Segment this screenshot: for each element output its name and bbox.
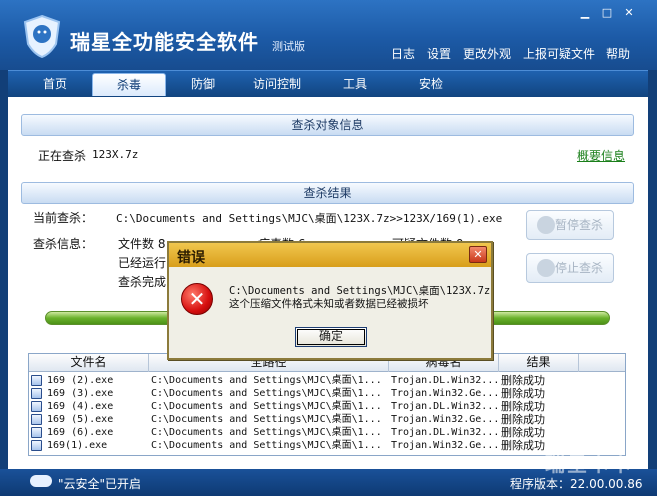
row-virus-name: Trojan.Win32.Ge... [391, 388, 497, 399]
row-filename: 169 (4).exe [47, 401, 114, 412]
menu-report-suspicious[interactable]: 上报可疑文件 [523, 45, 595, 62]
title-bar: 瑞星全功能安全软件 测试版 ▁ □ ✕ 日志 设置 更改外观 上报可疑文件 帮助 [0, 0, 657, 70]
cloud-icon [30, 475, 52, 487]
row-virus-name: Trojan.DL.Win32... [391, 375, 497, 386]
dialog-message-text: 这个压缩文件格式未知或者数据已经被损坏 [229, 298, 429, 310]
table-row[interactable]: 169(1).exe C:\Documents and Settings\MJC\… [29, 439, 625, 452]
exe-file-icon [31, 414, 42, 425]
current-scan-path: C:\Documents and Settings\MJC\桌面\123X.7z… [116, 212, 503, 225]
row-filename: 169 (2).exe [47, 375, 114, 386]
exe-file-icon [31, 375, 42, 386]
app-subtitle: 测试版 [272, 40, 305, 53]
exe-file-icon [31, 440, 42, 451]
row-virus-name: Trojan.Win32.Ge... [391, 440, 497, 451]
running-label: 已经运行 [118, 256, 167, 270]
exe-file-icon [31, 388, 42, 399]
maximize-icon[interactable]: □ [600, 6, 614, 20]
tab-defense[interactable]: 防御 [166, 73, 240, 96]
current-scan-label: 当前查杀： [33, 211, 94, 225]
row-fullpath: C:\Documents and Settings\MJC\桌面\1... [151, 388, 382, 399]
pause-icon [537, 216, 555, 234]
pause-scan-button[interactable]: 暂停查杀 [526, 210, 614, 240]
menu-settings[interactable]: 设置 [427, 45, 451, 62]
row-fullpath: C:\Documents and Settings\MJC\桌面\1... [151, 440, 382, 451]
result-table: 文件名 全路径 病毒名 结果 169 (2).exe C:\Documents a… [28, 353, 626, 456]
row-filename: 169 (6).exe [47, 427, 114, 438]
row-result: 删除成功 [501, 413, 545, 426]
row-result: 删除成功 [501, 426, 545, 439]
table-row[interactable]: 169 (2).exe C:\Documents and Settings\MJC… [29, 374, 625, 387]
table-row[interactable]: 169 (3).exe C:\Documents and Settings\MJC… [29, 387, 625, 400]
scan-target-header: 查杀对象信息 [21, 114, 634, 136]
error-dialog: 错误 ✕ ✕ C:\Documents and Settings\MJC\桌面\… [167, 241, 493, 360]
table-row[interactable]: 169 (5).exe C:\Documents and Settings\MJC… [29, 413, 625, 426]
file-count: 文件数 8 [118, 237, 166, 251]
table-row[interactable]: 169 (4).exe C:\Documents and Settings\MJC… [29, 400, 625, 413]
tab-security-check[interactable]: 安检 [394, 73, 468, 96]
minimize-icon[interactable]: ▁ [578, 6, 592, 20]
row-fullpath: C:\Documents and Settings\MJC\桌面\1... [151, 375, 382, 386]
row-filename: 169(1).exe [47, 440, 108, 451]
summary-info-link[interactable]: 概要信息 [577, 147, 625, 164]
row-result: 删除成功 [501, 374, 545, 387]
row-virus-name: Trojan.Win32.Ge... [391, 414, 497, 425]
app-title: 瑞星全功能安全软件 [70, 30, 259, 54]
exe-file-icon [31, 427, 42, 438]
scan-info-label: 查杀信息： [33, 237, 94, 251]
menu-help[interactable]: 帮助 [606, 45, 630, 62]
tab-access-control[interactable]: 访问控制 [240, 73, 314, 96]
tab-tools[interactable]: 工具 [318, 73, 392, 96]
row-fullpath: C:\Documents and Settings\MJC\桌面\1... [151, 427, 382, 438]
scan-result-header: 查杀结果 [21, 182, 634, 204]
close-icon[interactable]: ✕ [622, 6, 636, 20]
row-filename: 169 (3).exe [47, 388, 114, 399]
main-nav: 首页 杀毒 防御 访问控制 工具 安检 [8, 70, 648, 97]
watermark-text: 瑞星卡卡 [545, 452, 633, 476]
complete-label: 查杀完成 [118, 275, 167, 289]
column-result[interactable]: 结果 [499, 354, 579, 372]
dialog-title-bar: 错误 ✕ [169, 243, 491, 267]
scanning-label: 正在查杀 [38, 149, 87, 163]
dialog-title: 错误 [177, 250, 205, 266]
scanning-file: 123X.7z [92, 148, 139, 161]
row-result: 删除成功 [501, 400, 545, 413]
menu-change-skin[interactable]: 更改外观 [463, 45, 511, 62]
tab-scan[interactable]: 杀毒 [92, 73, 166, 96]
row-virus-name: Trojan.DL.Win32... [391, 427, 497, 438]
ok-button[interactable]: 确定 [295, 327, 367, 347]
program-version: 程序版本：22.00.00.86 [510, 477, 643, 491]
exe-file-icon [31, 401, 42, 412]
cloud-security-status: "云安全"已开启 [58, 477, 142, 491]
error-icon: ✕ [181, 283, 213, 315]
stop-scan-button[interactable]: 停止查杀 [526, 253, 614, 283]
row-result: 删除成功 [501, 387, 545, 400]
column-filename[interactable]: 文件名 [29, 354, 149, 372]
row-virus-name: Trojan.DL.Win32... [391, 401, 497, 412]
stop-icon [537, 259, 555, 277]
stop-scan-label: 停止查杀 [554, 261, 603, 275]
lion-shield-logo-icon [23, 14, 61, 58]
row-fullpath: C:\Documents and Settings\MJC\桌面\1... [151, 414, 382, 425]
row-fullpath: C:\Documents and Settings\MJC\桌面\1... [151, 401, 382, 412]
pause-scan-label: 暂停查杀 [554, 218, 603, 232]
menu-log[interactable]: 日志 [391, 45, 415, 62]
row-filename: 169 (5).exe [47, 414, 114, 425]
tab-home[interactable]: 首页 [18, 73, 92, 96]
table-row[interactable]: 169 (6).exe C:\Documents and Settings\MJC… [29, 426, 625, 439]
dialog-close-icon[interactable]: ✕ [469, 246, 487, 263]
